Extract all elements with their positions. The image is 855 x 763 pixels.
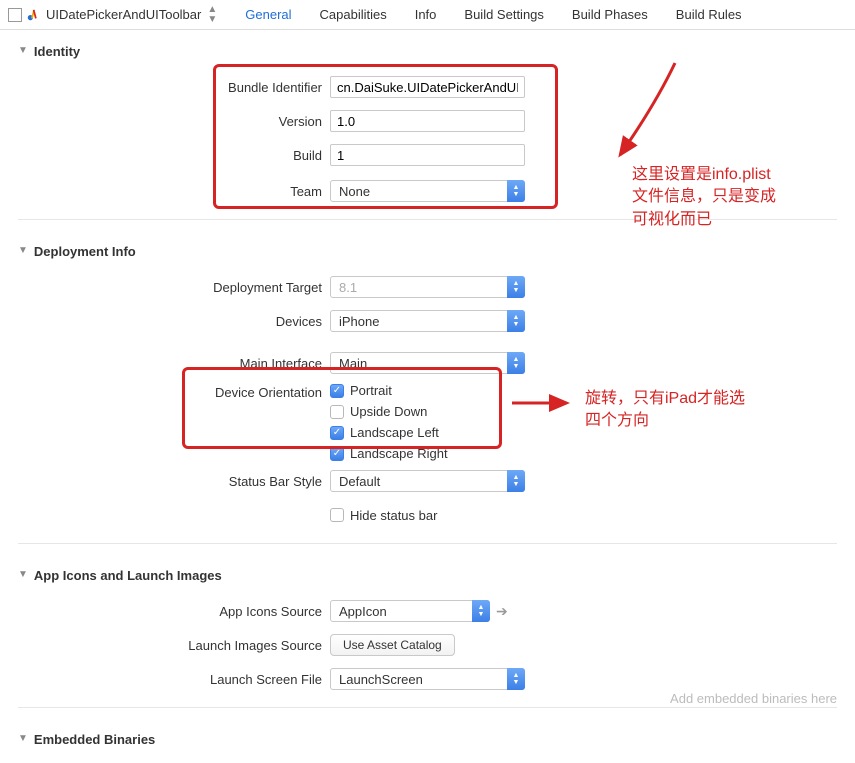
- version-label: Version: [0, 114, 330, 129]
- main-interface-value: Main: [330, 352, 525, 374]
- section-embedded-header[interactable]: ▼ Embedded Binaries: [0, 722, 855, 753]
- checkbox-portrait[interactable]: ✓: [330, 384, 344, 398]
- editor-tabs: General Capabilities Info Build Settings…: [245, 7, 741, 22]
- go-to-icon[interactable]: ➔: [496, 603, 508, 620]
- chevron-updown-icon: ▲▼: [507, 470, 525, 492]
- team-select-value: None: [330, 180, 525, 202]
- checkbox-landscape-right[interactable]: ✓: [330, 447, 344, 461]
- disclosure-icon: ▼: [18, 245, 28, 256]
- icons-source-label: App Icons Source: [0, 604, 330, 619]
- launch-screen-label: Launch Screen File: [0, 672, 330, 687]
- annotation-text-orientation: 旋转，只有iPad才能选 四个方向: [585, 388, 745, 433]
- version-input[interactable]: [330, 110, 525, 132]
- deployment-target-label: Deployment Target: [0, 280, 330, 295]
- section-embedded-title: Embedded Binaries: [34, 732, 155, 747]
- devices-select[interactable]: iPhone ▲▼: [330, 310, 525, 332]
- bundle-id-label: Bundle Identifier: [0, 80, 330, 95]
- section-app-icons-header[interactable]: ▼ App Icons and Launch Images: [0, 558, 855, 589]
- launch-screen-value: LaunchScreen: [330, 668, 525, 690]
- checkbox-landscape-left-label: Landscape Left: [350, 425, 439, 440]
- team-select[interactable]: None ▲▼: [330, 180, 525, 202]
- disclosure-icon: ▼: [18, 45, 28, 56]
- chevron-updown-icon: ▲▼: [472, 600, 490, 622]
- status-bar-value: Default: [330, 470, 525, 492]
- target-header: UIDatePickerAndUIToolbar ▲▼ General Capa…: [0, 0, 855, 30]
- section-deployment-title: Deployment Info: [34, 244, 136, 259]
- devices-value: iPhone: [330, 310, 525, 332]
- chevron-updown-icon: ▲▼: [507, 276, 525, 298]
- devices-label: Devices: [0, 314, 330, 329]
- window-box-icon: [8, 8, 22, 22]
- main-interface-label: Main Interface: [0, 356, 330, 371]
- checkbox-landscape-left[interactable]: ✓: [330, 426, 344, 440]
- annotation-text-identity: 这里设置是info.plist 文件信息，只是变成 可视化而已: [632, 164, 776, 231]
- checkbox-landscape-right-label: Landscape Right: [350, 446, 448, 461]
- icons-source-select[interactable]: AppIcon ▲▼: [330, 600, 490, 622]
- checkbox-portrait-label: Portrait: [350, 383, 392, 398]
- use-asset-catalog-button[interactable]: Use Asset Catalog: [330, 634, 455, 656]
- chevron-updown-icon: ▲▼: [507, 668, 525, 690]
- tab-build-phases[interactable]: Build Phases: [572, 7, 648, 22]
- build-input[interactable]: [330, 144, 525, 166]
- disclosure-icon: ▼: [18, 569, 28, 580]
- checkbox-upside-down[interactable]: [330, 405, 344, 419]
- app-icon: [26, 8, 40, 22]
- target-updown-icon[interactable]: ▲▼: [207, 5, 217, 25]
- disclosure-icon: ▼: [18, 733, 28, 744]
- orientation-label: Device Orientation: [0, 383, 330, 400]
- deployment-target-select[interactable]: 8.1 ▲▼: [330, 276, 525, 298]
- section-app-icons-title: App Icons and Launch Images: [34, 568, 222, 583]
- build-label: Build: [0, 148, 330, 163]
- tab-general[interactable]: General: [245, 7, 291, 22]
- checkbox-hide-status-bar[interactable]: [330, 508, 344, 522]
- launch-images-label: Launch Images Source: [0, 638, 330, 653]
- section-deployment-header[interactable]: ▼ Deployment Info: [0, 234, 855, 265]
- checkbox-upside-down-label: Upside Down: [350, 404, 427, 419]
- section-identity-title: Identity: [34, 44, 80, 59]
- chevron-updown-icon: ▲▼: [507, 180, 525, 202]
- deployment-target-value: 8.1: [330, 276, 525, 298]
- status-bar-label: Status Bar Style: [0, 474, 330, 489]
- main-interface-select[interactable]: Main ▲▼: [330, 352, 525, 374]
- section-embedded: ▼ Embedded Binaries: [0, 718, 855, 763]
- section-identity-header[interactable]: ▼ Identity: [0, 34, 855, 65]
- tab-capabilities[interactable]: Capabilities: [320, 7, 387, 22]
- hide-status-bar-label: Hide status bar: [350, 508, 437, 523]
- chevron-updown-icon: ▲▼: [507, 352, 525, 374]
- orientation-group: ✓ Portrait Upside Down ✓ Landscape Left …: [330, 383, 448, 461]
- status-bar-select[interactable]: Default ▲▼: [330, 470, 525, 492]
- launch-screen-select[interactable]: LaunchScreen ▲▼: [330, 668, 525, 690]
- tab-build-settings[interactable]: Build Settings: [464, 7, 544, 22]
- team-label: Team: [0, 184, 330, 199]
- footer-hint: Add embedded binaries here: [670, 691, 837, 706]
- tab-info[interactable]: Info: [415, 7, 437, 22]
- icons-source-value: AppIcon: [330, 600, 490, 622]
- tab-build-rules[interactable]: Build Rules: [676, 7, 742, 22]
- bundle-id-input[interactable]: [330, 76, 525, 98]
- chevron-updown-icon: ▲▼: [507, 310, 525, 332]
- target-name[interactable]: UIDatePickerAndUIToolbar: [46, 7, 201, 22]
